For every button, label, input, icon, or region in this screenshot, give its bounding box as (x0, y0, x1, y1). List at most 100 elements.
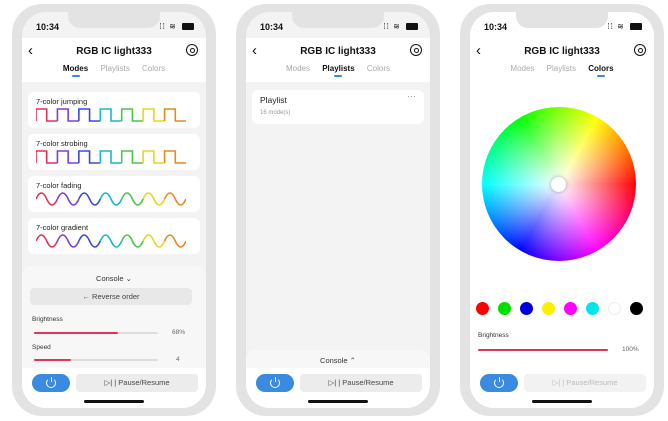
status-icons: ⁞⁞ ≋ (607, 22, 642, 31)
status-time: 10:34 (260, 22, 284, 32)
wave-segment (99, 150, 122, 164)
screen-colors: 10:34 ⁞⁞ ≋ ‹ RGB IC light333 Modes Playl… (470, 12, 654, 408)
device-title: RGB IC light333 (76, 46, 152, 57)
color-wheel-knob[interactable] (551, 177, 566, 192)
wave-segment (120, 108, 144, 122)
bottom-bar: ▷| | Pause/Resume (246, 368, 430, 408)
tab-modes[interactable]: Modes (510, 64, 534, 73)
power-button[interactable] (256, 374, 294, 392)
brightness-slider-fill (478, 349, 608, 351)
wave-segment (120, 234, 144, 248)
bottom-bar: ▷| | Pause/Resume (470, 368, 654, 408)
console-toggle[interactable]: Console ⌃ (246, 356, 430, 365)
power-button[interactable] (32, 374, 70, 392)
brightness-value: 100% (622, 346, 639, 353)
square-wave-pattern (36, 108, 186, 122)
tab-modes[interactable]: Modes (286, 64, 310, 73)
pause-resume-button[interactable]: ▷| | Pause/Resume (76, 374, 198, 392)
tab-colors[interactable]: Colors (142, 64, 165, 73)
color-swatch[interactable] (608, 302, 621, 315)
color-swatch[interactable] (498, 302, 511, 315)
mode-card[interactable]: 7-color jumping (28, 92, 200, 128)
wave-segment (36, 150, 58, 164)
color-swatch[interactable] (520, 302, 533, 315)
color-swatch[interactable] (630, 302, 643, 315)
tab-bar: Modes Playlists Colors (22, 64, 206, 77)
wave-segment (99, 108, 122, 122)
wave-segment (36, 192, 59, 206)
brightness-label: Brightness (32, 316, 63, 323)
notch (68, 12, 160, 28)
playlist-mode-count: 16 mode(s) (260, 110, 291, 116)
wave-segment (56, 234, 80, 248)
battery-icon (630, 23, 642, 31)
wave-segment (78, 108, 101, 122)
wave-segment (120, 192, 144, 206)
mode-label: 7-color strobing (36, 139, 88, 148)
pause-resume-button[interactable]: ▷| | Pause/Resume (524, 374, 646, 392)
playlist-title: Playlist (260, 95, 287, 105)
console-toggle[interactable]: Console ⌄ (22, 274, 206, 283)
mode-card[interactable]: 7-color gradient (28, 218, 200, 254)
status-icons: ⁞⁞ ≋ (159, 22, 194, 31)
wave-segment (36, 234, 59, 248)
mode-label: 7-color jumping (36, 97, 88, 106)
tab-bar: Modes Playlists Colors (246, 64, 430, 77)
power-icon-bar (274, 377, 276, 382)
device-title: RGB IC light333 (300, 46, 376, 57)
reverse-order-button[interactable]: ← Reverse order (30, 288, 192, 305)
wave-segment (120, 150, 144, 164)
tab-playlists[interactable]: Playlists (322, 64, 355, 77)
color-swatch[interactable] (586, 302, 599, 315)
speed-value: 4 (176, 356, 180, 363)
brightness-label: Brightness (478, 332, 509, 339)
bottom-bar: ▷| | Pause/Resume (22, 368, 206, 408)
tab-bar: Modes Playlists Colors (470, 64, 654, 77)
wave-segment (142, 108, 165, 122)
notch (516, 12, 608, 28)
gear-icon[interactable] (634, 44, 646, 56)
brightness-value: 68% (172, 329, 186, 336)
brightness-slider-fill (34, 332, 119, 334)
wave-segment (56, 192, 80, 206)
wave-segment (163, 192, 186, 206)
wave-segment (163, 150, 186, 164)
wave-segment (78, 234, 102, 248)
playlist-card[interactable]: Playlist 16 mode(s) ··· (252, 90, 424, 124)
power-button[interactable] (480, 374, 518, 392)
header: ‹ RGB IC light333 Modes Playlists Colors (470, 38, 654, 82)
square-wave-pattern (36, 150, 186, 164)
speed-slider-fill (34, 359, 72, 361)
wave-segment (78, 150, 101, 164)
sine-wave-pattern (36, 192, 186, 206)
gear-icon[interactable] (410, 44, 422, 56)
wave-segment (142, 192, 166, 206)
color-swatch[interactable] (476, 302, 489, 315)
phone-colors: 10:34 ⁞⁞ ≋ ‹ RGB IC light333 Modes Playl… (460, 4, 664, 416)
speed-label: Speed (32, 344, 51, 351)
header: ‹ RGB IC light333 Modes Playlists Colors (22, 38, 206, 82)
wave-segment (99, 192, 123, 206)
tab-colors[interactable]: Colors (367, 64, 390, 73)
gear-icon[interactable] (186, 44, 198, 56)
mode-label: 7-color fading (36, 181, 82, 190)
tab-modes[interactable]: Modes (63, 64, 88, 77)
more-icon[interactable]: ··· (407, 91, 416, 101)
wave-segment (142, 234, 166, 248)
mode-card[interactable]: 7-color strobing (28, 134, 200, 170)
wave-segment (163, 234, 186, 248)
pause-resume-button[interactable]: ▷| | Pause/Resume (300, 374, 422, 392)
color-swatch[interactable] (564, 302, 577, 315)
home-indicator (308, 400, 368, 403)
status-time: 10:34 (36, 22, 60, 32)
tab-colors[interactable]: Colors (588, 64, 614, 77)
tab-playlists[interactable]: Playlists (547, 64, 576, 73)
color-swatch[interactable] (542, 302, 555, 315)
wave-segment (56, 108, 79, 122)
mode-card[interactable]: 7-color fading (28, 176, 200, 212)
wave-segment (78, 192, 102, 206)
screen-playlists: 10:34 ⁞⁞ ≋ ‹ RGB IC light333 Modes Playl… (246, 12, 430, 408)
sine-wave-pattern (36, 234, 186, 248)
battery-icon (182, 23, 194, 31)
tab-playlists[interactable]: Playlists (100, 64, 129, 73)
